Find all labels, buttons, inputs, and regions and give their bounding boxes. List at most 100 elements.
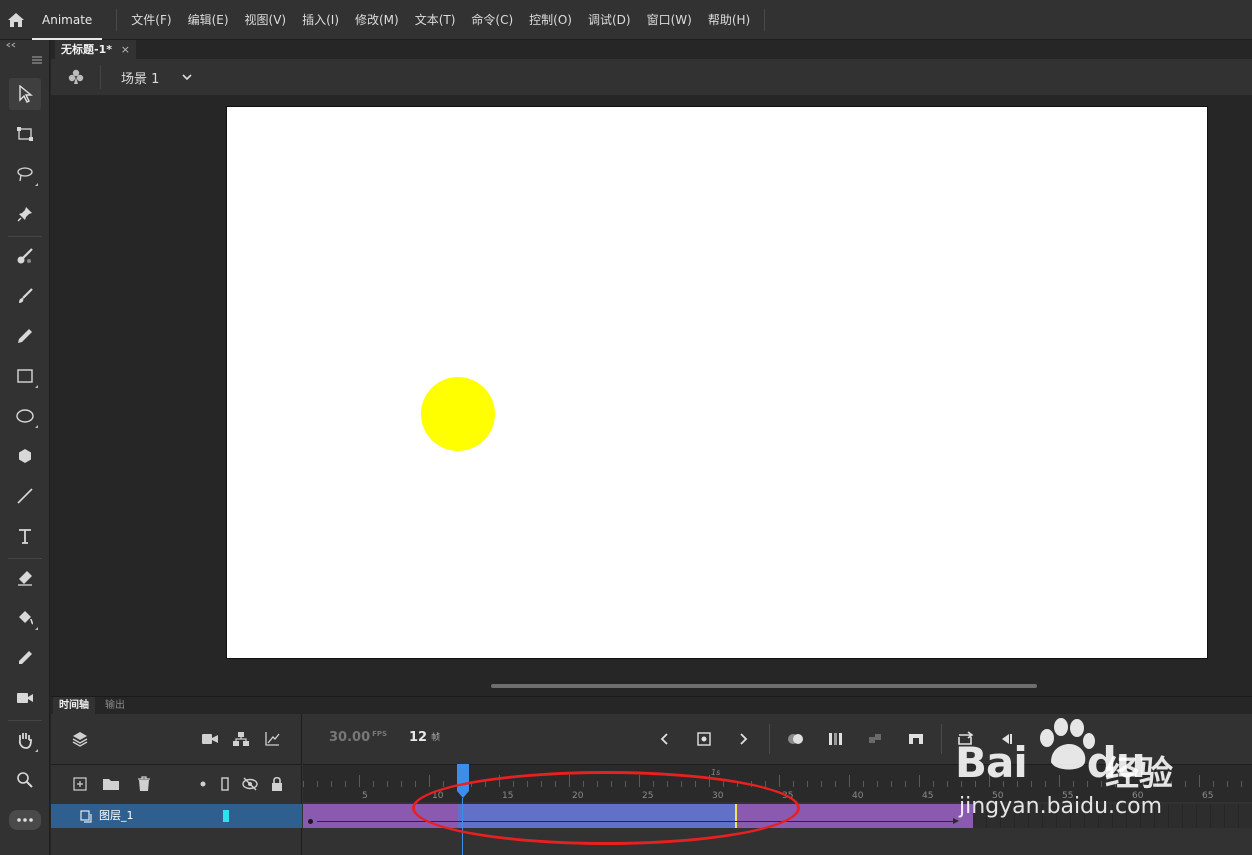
onion-skin-button[interactable]: [785, 728, 807, 750]
second-marker: 1s: [711, 768, 720, 777]
annotation-ellipse: [412, 771, 800, 845]
menu-window[interactable]: 窗口(W): [639, 0, 700, 40]
fps-readout[interactable]: 30.00 FPS: [329, 730, 387, 745]
zoom-tool[interactable]: [9, 764, 41, 796]
selection-tool[interactable]: [9, 78, 41, 110]
layer-header: [51, 764, 302, 802]
folder-icon[interactable]: [100, 773, 122, 795]
tab-timeline[interactable]: 时间轴: [53, 697, 95, 715]
line-tool[interactable]: [9, 480, 41, 512]
eye-off-icon[interactable]: [239, 773, 261, 795]
new-layer-icon[interactable]: [69, 773, 91, 795]
text-tool[interactable]: [9, 520, 41, 552]
menu-debug[interactable]: 调试(D): [580, 0, 639, 40]
camera-icon: [17, 693, 33, 703]
eyedropper-icon: [19, 651, 32, 664]
pencil-icon: [18, 329, 32, 343]
paint-brush-icon: [17, 248, 33, 264]
stage-canvas[interactable]: [226, 106, 1208, 659]
scene-icon[interactable]: [51, 65, 101, 89]
insert-keyframe-button[interactable]: [693, 728, 715, 750]
pencil-tool[interactable]: [9, 320, 41, 352]
camera-icon[interactable]: [199, 728, 221, 750]
eraser-icon: [18, 571, 32, 586]
timeline-layers-pane: 图层_1: [51, 714, 302, 855]
center-frame-icon: [869, 734, 881, 743]
home-icon[interactable]: [0, 0, 32, 40]
polystar-tool[interactable]: [9, 440, 41, 472]
current-frame-readout[interactable]: 12 帧: [409, 730, 440, 745]
chevron-down-icon[interactable]: [181, 73, 193, 81]
menu-separator: [764, 8, 766, 31]
previous-keyframe-button[interactable]: [653, 728, 675, 750]
menu-view[interactable]: 视图(V): [237, 0, 295, 40]
trash-icon[interactable]: [133, 773, 155, 795]
stage-area: [51, 95, 1252, 695]
document-tab[interactable]: 无标题-1* ×: [55, 40, 136, 59]
edit-multiple-frames-button[interactable]: [825, 728, 847, 750]
lasso-tool[interactable]: [9, 158, 41, 190]
keyframe-dot[interactable]: [308, 819, 313, 824]
menu-modify[interactable]: 修改(M): [347, 0, 407, 40]
line-icon: [17, 488, 33, 504]
menu-file[interactable]: 文件(F): [123, 0, 179, 40]
eraser-tool[interactable]: [9, 562, 41, 594]
ellipsis-icon: [17, 818, 33, 822]
horizontal-scrollbar[interactable]: [491, 684, 1037, 688]
oval-tool[interactable]: [9, 400, 41, 432]
menu-control[interactable]: 控制(O): [521, 0, 580, 40]
next-keyframe-button[interactable]: [733, 728, 755, 750]
highlight-dot-icon[interactable]: [192, 773, 214, 795]
lock-icon[interactable]: [266, 773, 288, 795]
menu-edit[interactable]: 编辑(E): [180, 0, 237, 40]
rectangle-icon: [17, 369, 33, 383]
panel-tabs: 时间轴 输出: [51, 696, 1252, 715]
paint-bucket-tool[interactable]: [9, 602, 41, 634]
eyedropper-tool[interactable]: [9, 642, 41, 674]
watermark-cn-text: 经验: [1105, 754, 1173, 794]
hand-tool[interactable]: [9, 724, 41, 756]
layers-icon[interactable]: [69, 728, 91, 750]
menubar: Animate 文件(F) 编辑(E) 视图(V) 插入(I) 修改(M) 文本…: [0, 0, 1252, 40]
brush-tool[interactable]: [9, 280, 41, 312]
pin-icon: [17, 207, 32, 222]
ruler-label: 40: [852, 791, 864, 801]
keyframe-icon: [697, 732, 711, 746]
pin-tool[interactable]: [9, 198, 41, 230]
parenting-icon[interactable]: [230, 728, 252, 750]
menu-text[interactable]: 文本(T): [407, 0, 464, 40]
layer-row[interactable]: 图层_1: [51, 804, 302, 828]
paint-brush-tool[interactable]: [9, 240, 41, 272]
club-icon: [68, 69, 83, 84]
yellow-circle[interactable]: [421, 377, 495, 451]
menu-insert[interactable]: 插入(I): [294, 0, 347, 40]
layer-type-icon: [80, 810, 92, 823]
graph-icon[interactable]: [261, 728, 283, 750]
close-icon[interactable]: ×: [121, 40, 130, 59]
camera-tool[interactable]: [9, 682, 41, 714]
menu-commands[interactable]: 命令(C): [463, 0, 521, 40]
loop-range-button[interactable]: [905, 728, 927, 750]
layer-name[interactable]: 图层_1: [99, 804, 134, 828]
outline-icon[interactable]: [214, 773, 236, 795]
scene-bar: 场景 1: [51, 59, 1252, 95]
app-name: Animate: [32, 0, 103, 40]
lasso-icon: [17, 167, 33, 182]
multi-frame-icon: [829, 733, 842, 745]
more-tools-button[interactable]: [9, 810, 41, 830]
free-transform-tool[interactable]: [9, 118, 41, 150]
loop-icon: [909, 734, 923, 744]
tab-output[interactable]: 输出: [99, 697, 131, 715]
arrow-pointer-icon: [19, 85, 33, 103]
layer-color-swatch[interactable]: [223, 810, 229, 822]
panel-menu-icon[interactable]: [32, 56, 42, 64]
center-frame-button[interactable]: [865, 728, 887, 750]
collapse-icon[interactable]: [6, 42, 16, 48]
brush-icon: [19, 288, 33, 303]
magnifier-icon: [17, 772, 33, 788]
rectangle-tool[interactable]: [9, 360, 41, 392]
onion-skin-icon: [788, 734, 803, 744]
ruler-label: 45: [922, 791, 933, 801]
menu-help[interactable]: 帮助(H): [700, 0, 758, 40]
tools-panel: [0, 40, 50, 855]
